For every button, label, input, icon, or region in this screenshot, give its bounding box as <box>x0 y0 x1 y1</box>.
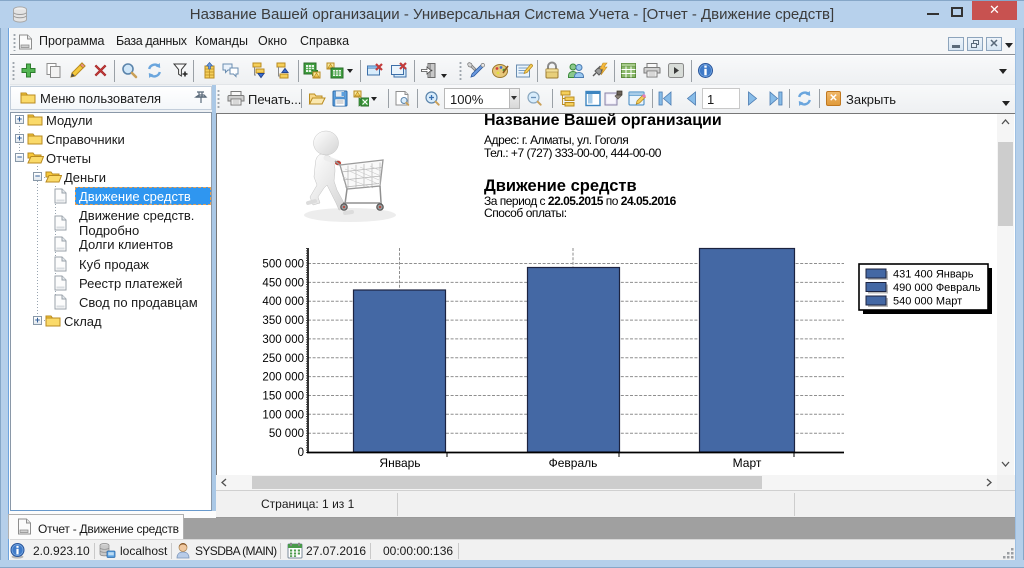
svg-text:Февраль: Февраль <box>549 456 598 470</box>
svg-text:490 000 Февраль: 490 000 Февраль <box>893 282 981 294</box>
svg-text:431 400 Январь: 431 400 Январь <box>893 269 974 281</box>
svg-text:Январь: Январь <box>379 456 420 470</box>
svg-text:150 000: 150 000 <box>262 391 304 403</box>
svg-text:Март: Март <box>733 456 762 470</box>
svg-text:200 000: 200 000 <box>262 372 304 384</box>
svg-text:450 000: 450 000 <box>262 277 304 289</box>
svg-text:540 000 Март: 540 000 Март <box>893 296 962 308</box>
svg-text:500 000: 500 000 <box>262 259 304 271</box>
svg-text:400 000: 400 000 <box>262 296 304 308</box>
svg-text:0: 0 <box>298 447 304 459</box>
svg-text:50 000: 50 000 <box>269 428 304 440</box>
svg-text:100 000: 100 000 <box>262 409 304 421</box>
svg-text:300 000: 300 000 <box>262 334 304 346</box>
svg-text:350 000: 350 000 <box>262 315 304 327</box>
svg-text:250 000: 250 000 <box>262 353 304 365</box>
